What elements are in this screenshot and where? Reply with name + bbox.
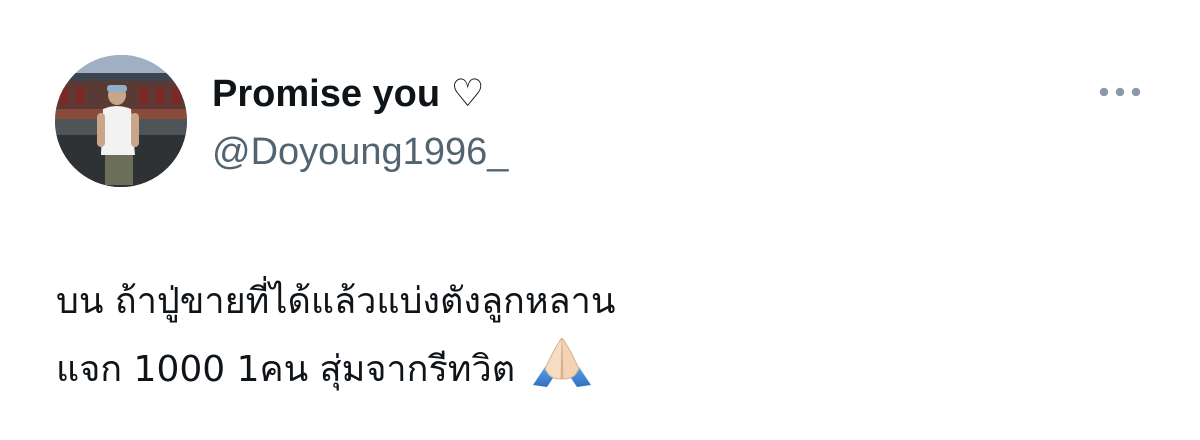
avatar[interactable] (55, 55, 187, 187)
more-horizontal-icon (1099, 87, 1141, 97)
folded-hands-icon (531, 337, 593, 410)
tweet-line-text: แจก 1000 1คน สุ่มจากรีทวิต (56, 349, 516, 390)
display-name[interactable]: Promise you ♡ (212, 68, 508, 120)
tweet-line: บน ถ้าปู่ขายที่ได้แล้วแบ่งตังลูกหลาน (56, 281, 616, 322)
user-info: Promise you ♡ @Doyoung1996_ (212, 68, 508, 178)
more-options-button[interactable] (1092, 76, 1148, 108)
tweet-card: Promise you ♡ @Doyoung1996_ บน ถ้าปู่ขาย… (0, 0, 1200, 440)
tweet-text: บน ถ้าปู่ขายที่ได้แล้วแบ่งตังลูกหลาน แจก… (56, 268, 1156, 410)
tweet-line: แจก 1000 1คน สุ่มจากรีทวิต (56, 336, 1156, 410)
user-handle[interactable]: @Doyoung1996_ (212, 126, 508, 178)
avatar-photo (55, 55, 187, 187)
